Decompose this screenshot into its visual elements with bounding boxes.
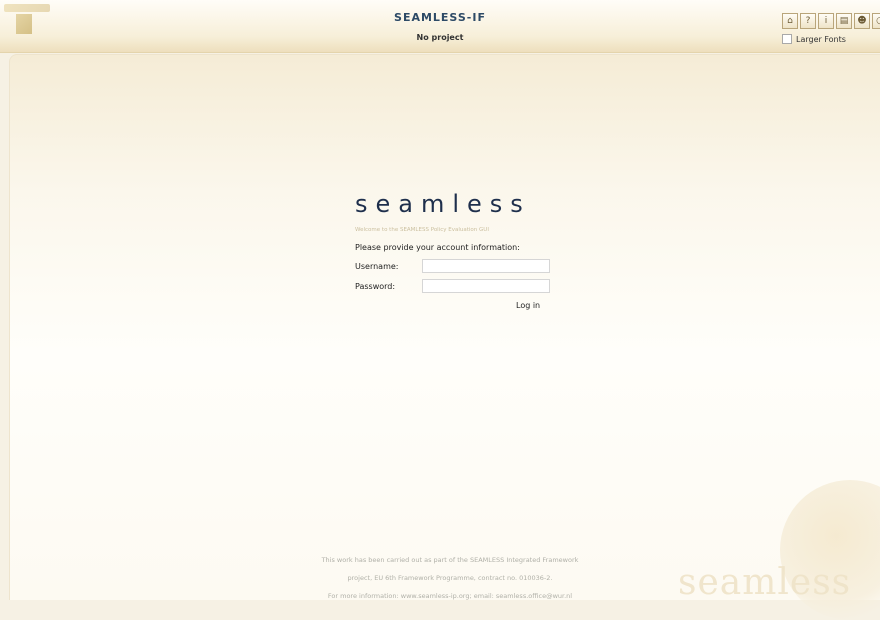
login-button[interactable]: Log in	[516, 301, 540, 310]
toolbar-icons: ⌂ ? i ▤ ☻ ○	[782, 13, 880, 29]
login-instructions: Please provide your account information:	[355, 243, 520, 252]
main-panel	[9, 54, 880, 600]
footer-line-1: This work has been carried out as part o…	[321, 556, 579, 564]
username-label: Username:	[355, 262, 399, 271]
close-icon[interactable]: ○	[872, 13, 880, 29]
help-icon[interactable]: ?	[800, 13, 816, 29]
welcome-text: Welcome to the SEAMLESS Policy Evaluatio…	[355, 227, 489, 233]
seamless-watermark: seamless	[678, 562, 852, 603]
logo-mark	[16, 14, 32, 34]
footer-info: This work has been carried out as part o…	[250, 551, 650, 605]
larger-fonts-label: Larger Fonts	[796, 34, 846, 44]
password-label: Password:	[355, 282, 396, 291]
info-icon[interactable]: i	[818, 13, 834, 29]
top-bar: SEAMLESS-IF No project ⌂ ? i ▤ ☻ ○ Large…	[0, 0, 880, 53]
footer-line-2: project, EU 6th Framework Programme, con…	[347, 574, 553, 582]
brand-title: seamless	[355, 190, 531, 218]
username-input[interactable]	[422, 259, 550, 273]
footer-line-3: For more information: www.seamless-ip.or…	[327, 592, 573, 600]
document-icon[interactable]: ▤	[836, 13, 852, 29]
larger-fonts-checkbox[interactable]	[782, 34, 792, 44]
app-title: SEAMLESS-IF	[394, 11, 486, 24]
project-name: No project	[416, 33, 464, 42]
users-icon[interactable]: ☻	[854, 13, 870, 29]
logo-wordmark	[4, 4, 50, 12]
home-icon[interactable]: ⌂	[782, 13, 798, 29]
seamless-logo	[4, 4, 50, 42]
password-input[interactable]	[422, 279, 550, 293]
larger-fonts-toggle[interactable]: Larger Fonts	[782, 34, 846, 44]
